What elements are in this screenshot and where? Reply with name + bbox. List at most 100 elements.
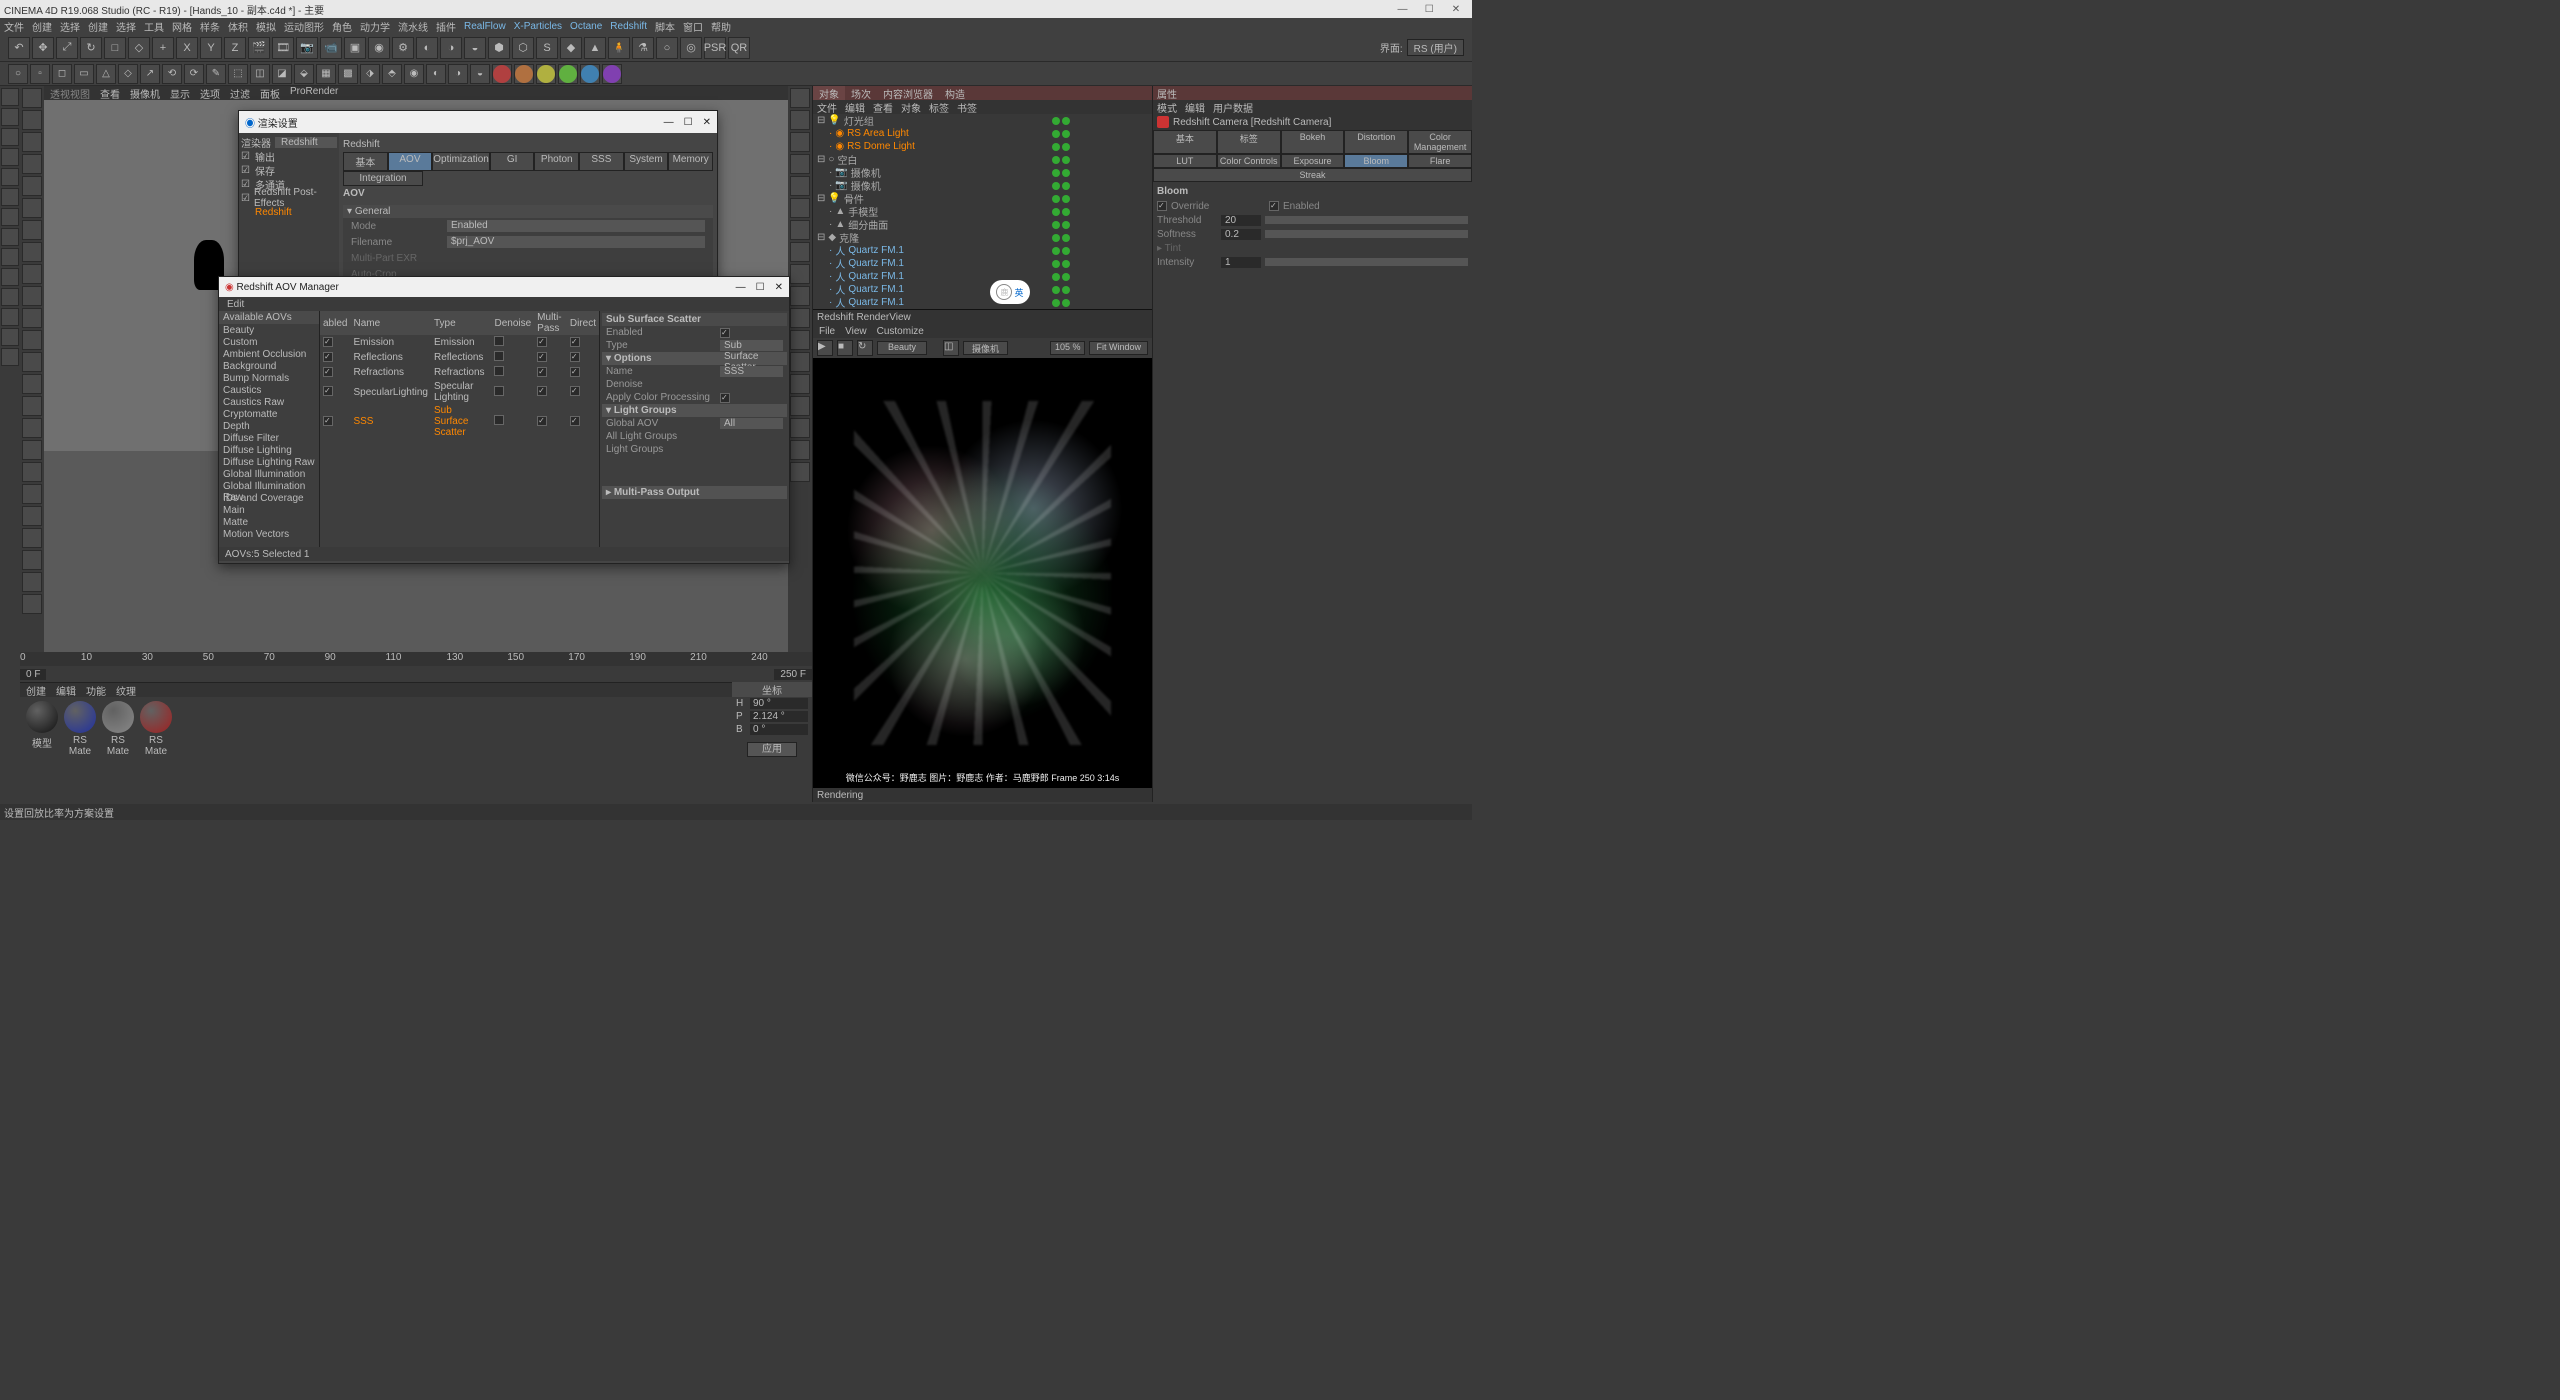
aov-row-3[interactable]: SpecularLightingSpecular Lighting xyxy=(320,380,599,404)
mat-tab-编辑[interactable]: 编辑 xyxy=(56,683,76,697)
attr-tab-Bokeh[interactable]: Bokeh xyxy=(1281,130,1345,154)
menu-动力学[interactable]: 动力学 xyxy=(360,19,390,34)
aov-row-4[interactable]: SSSSub Surface Scatter xyxy=(320,404,599,439)
left-tool2-7[interactable] xyxy=(22,242,42,262)
rs-subtab-基本[interactable]: 基本 xyxy=(343,152,388,171)
attr-tab-LUT[interactable]: LUT xyxy=(1153,154,1217,168)
left-tool-6[interactable] xyxy=(1,208,19,226)
rs-mode-select[interactable]: Enabled xyxy=(447,220,705,232)
softness-slider[interactable] xyxy=(1265,230,1468,238)
left-tool2-19[interactable] xyxy=(22,506,42,526)
right-tool-14[interactable] xyxy=(790,396,810,416)
left-tool2-17[interactable] xyxy=(22,462,42,482)
left-tool2-14[interactable] xyxy=(22,396,42,416)
toolbar2-button-13[interactable]: ⬙ xyxy=(294,64,314,84)
aov-avail-0[interactable]: Beauty xyxy=(219,324,319,336)
left-tool-7[interactable] xyxy=(1,228,19,246)
right-tool-1[interactable] xyxy=(790,110,810,130)
attr-tab-基本[interactable]: 基本 xyxy=(1153,130,1217,154)
aov-row-2[interactable]: RefractionsRefractions xyxy=(320,365,599,380)
toolbar2-button-20[interactable]: ◑ xyxy=(448,64,468,84)
toolbar-button-17[interactable]: ◐ xyxy=(416,37,438,59)
toolbar2-button-5[interactable]: ◇ xyxy=(118,64,138,84)
rs-filename-input[interactable]: $prj_AOV xyxy=(447,236,705,248)
toolbar-button-23[interactable]: ◆ xyxy=(560,37,582,59)
right-tool-11[interactable] xyxy=(790,330,810,350)
material-2[interactable]: RS Mate xyxy=(100,701,136,757)
aov-enabled-checkbox[interactable] xyxy=(720,328,730,338)
menu-Redshift[interactable]: Redshift xyxy=(610,21,647,32)
obj-tab-3[interactable]: 构造 xyxy=(939,86,971,100)
menu-角色[interactable]: 角色 xyxy=(332,19,352,34)
toolbar2-button-26[interactable] xyxy=(580,64,600,84)
right-tool-13[interactable] xyxy=(790,374,810,394)
override-checkbox[interactable] xyxy=(1157,201,1167,211)
left-tool2-23[interactable] xyxy=(22,594,42,614)
toolbar2-button-14[interactable]: ▦ xyxy=(316,64,336,84)
toolbar-button-9[interactable]: Z xyxy=(224,37,246,59)
attr-menu-用户数据[interactable]: 用户数据 xyxy=(1213,100,1253,115)
left-tool2-5[interactable] xyxy=(22,198,42,218)
toolbar-button-20[interactable]: ⬢ xyxy=(488,37,510,59)
toolbar2-button-7[interactable]: ⟲ xyxy=(162,64,182,84)
intensity-slider[interactable] xyxy=(1265,258,1468,266)
aov-avail-8[interactable]: Depth xyxy=(219,420,319,432)
right-tool-0[interactable] xyxy=(790,88,810,108)
toolbar-button-19[interactable]: ◒ xyxy=(464,37,486,59)
toolbar-button-1[interactable]: ✥ xyxy=(32,37,54,59)
toolbar-button-18[interactable]: ◑ xyxy=(440,37,462,59)
menu-体积[interactable]: 体积 xyxy=(228,19,248,34)
toolbar2-button-27[interactable] xyxy=(602,64,622,84)
toolbar2-button-24[interactable] xyxy=(536,64,556,84)
threshold-value[interactable]: 20 xyxy=(1221,215,1261,226)
left-tool2-9[interactable] xyxy=(22,286,42,306)
aov-close-button[interactable]: ✕ xyxy=(775,282,783,293)
menu-流水线[interactable]: 流水线 xyxy=(398,19,428,34)
toolbar-button-16[interactable]: ⚙ xyxy=(392,37,414,59)
threshold-slider[interactable] xyxy=(1265,216,1468,224)
rv-refresh-button[interactable]: ↻ xyxy=(857,340,873,356)
attr-menu-编辑[interactable]: 编辑 xyxy=(1185,100,1205,115)
rs-min-button[interactable]: — xyxy=(664,117,674,128)
rs-max-button[interactable]: ☐ xyxy=(684,117,693,128)
rv-camera-select[interactable]: 摄像机 xyxy=(963,341,1008,355)
aov-min-button[interactable]: — xyxy=(736,282,746,293)
rs-subtab-Memory[interactable]: Memory xyxy=(668,152,713,171)
vp-menu-查看[interactable]: 查看 xyxy=(100,86,120,101)
rs-left-1[interactable]: ☑保存 xyxy=(241,163,337,177)
toolbar2-button-12[interactable]: ◪ xyxy=(272,64,292,84)
left-tool2-0[interactable] xyxy=(22,88,42,108)
softness-value[interactable]: 0.2 xyxy=(1221,229,1261,240)
left-tool-9[interactable] xyxy=(1,268,19,286)
right-tool-3[interactable] xyxy=(790,154,810,174)
toolbar-button-7[interactable]: X xyxy=(176,37,198,59)
rv-preset-select[interactable]: Beauty xyxy=(877,341,927,355)
right-tool-5[interactable] xyxy=(790,198,810,218)
menu-Octane[interactable]: Octane xyxy=(570,21,602,32)
right-tool-9[interactable] xyxy=(790,286,810,306)
aov-avail-1[interactable]: Custom xyxy=(219,336,319,348)
left-tool2-2[interactable] xyxy=(22,132,42,152)
left-tool2-15[interactable] xyxy=(22,418,42,438)
object-tree[interactable]: ⊟💡灯光组·◉RS Area Light·◉RS Dome Light⊟○空白·… xyxy=(813,114,1152,309)
rs-subtab-System[interactable]: System xyxy=(624,152,669,171)
toolbar2-button-18[interactable]: ◉ xyxy=(404,64,424,84)
timeline-start[interactable]: 0 F xyxy=(20,669,46,680)
toolbar-button-4[interactable]: □ xyxy=(104,37,126,59)
toolbar2-button-8[interactable]: ⟳ xyxy=(184,64,204,84)
left-tool-2[interactable] xyxy=(1,128,19,146)
toolbar-button-12[interactable]: 📷 xyxy=(296,37,318,59)
attr-menu-模式[interactable]: 模式 xyxy=(1157,100,1177,115)
coord-apply-button[interactable]: 应用 xyxy=(747,742,797,757)
rv-menu-Customize[interactable]: Customize xyxy=(877,326,924,337)
aov-avail-14[interactable]: IDs and Coverage xyxy=(219,492,319,504)
menu-样条[interactable]: 样条 xyxy=(200,19,220,34)
toolbar-button-5[interactable]: ◇ xyxy=(128,37,150,59)
toolbar-button-11[interactable]: 🎞 xyxy=(272,37,294,59)
renderer-select[interactable]: Redshift xyxy=(275,137,337,148)
left-tool2-10[interactable] xyxy=(22,308,42,328)
toolbar-button-26[interactable]: ⚗ xyxy=(632,37,654,59)
left-tool2-16[interactable] xyxy=(22,440,42,460)
aov-edit-menu[interactable]: Edit xyxy=(227,299,244,310)
toolbar2-button-15[interactable]: ▩ xyxy=(338,64,358,84)
